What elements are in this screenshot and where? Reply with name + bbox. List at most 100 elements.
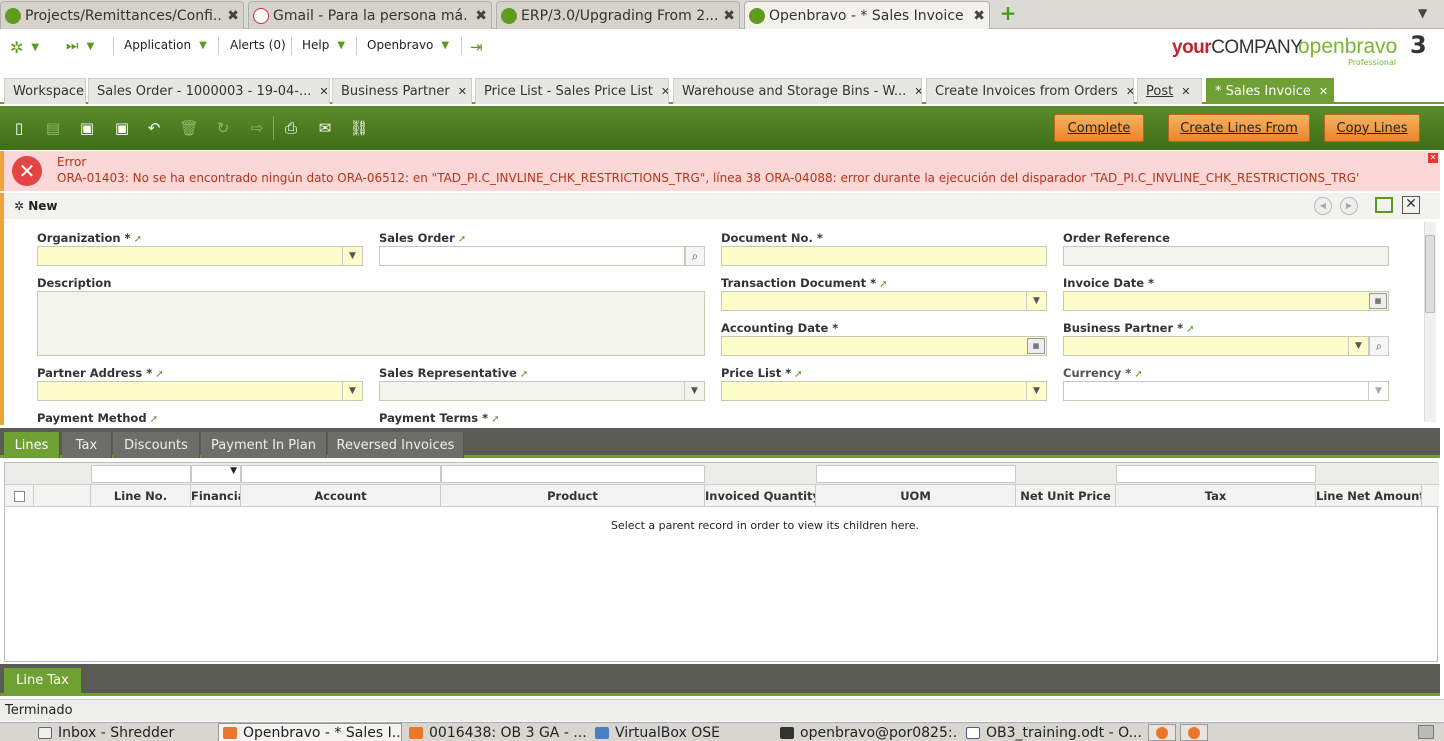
trash-icon[interactable] xyxy=(1418,725,1434,739)
close-icon[interactable]: ✕ xyxy=(319,85,328,98)
logout-icon[interactable]: ⇥ xyxy=(470,38,483,56)
close-icon[interactable]: ✖ xyxy=(227,8,239,24)
filter-tax[interactable] xyxy=(1116,465,1316,483)
chevron-down-icon[interactable]: ▼ xyxy=(1026,382,1046,400)
new-tab-plus-icon[interactable]: + xyxy=(998,3,1018,24)
filter-financial[interactable]: ▼ xyxy=(191,465,241,483)
quick-create-button[interactable]: ⏭ ▼ xyxy=(66,38,94,54)
tab-payment-in-plan[interactable]: Payment In Plan xyxy=(201,432,327,458)
search-icon[interactable]: ⌕ xyxy=(685,246,705,266)
taskbar-item-issue[interactable]: 0016438: OB 3 GA - ... xyxy=(405,723,587,741)
chevron-down-icon[interactable]: ▼ xyxy=(1348,337,1368,355)
close-icon[interactable]: ✕ xyxy=(1126,85,1133,98)
chevron-down-icon[interactable]: ▼ xyxy=(1368,382,1388,400)
taskbar-item-terminal[interactable]: openbravo@por0825:... xyxy=(776,723,958,741)
app-tab-business-partner[interactable]: Business Partner ✕ xyxy=(332,78,472,104)
calendar-icon[interactable]: ▦ xyxy=(1369,293,1387,309)
accounting-date-field[interactable]: ▦ xyxy=(721,336,1047,356)
invoice-date-field[interactable]: ▦ xyxy=(1063,291,1389,311)
taskbar-item-virtualbox[interactable]: VirtualBox OSE xyxy=(591,723,773,741)
filter-uom[interactable] xyxy=(816,465,1016,483)
application-menu[interactable]: Application ▼ xyxy=(124,38,207,52)
column-header-account[interactable]: Account xyxy=(241,485,441,507)
filter-account[interactable] xyxy=(241,465,441,483)
order-reference-field[interactable] xyxy=(1063,246,1389,266)
close-icon[interactable]: ✕ xyxy=(1181,85,1190,98)
close-icon[interactable]: ✕ xyxy=(1319,85,1328,98)
maximize-icon[interactable] xyxy=(1375,197,1393,213)
sales-order-field[interactable] xyxy=(379,246,685,266)
link-icon[interactable]: ⛓ xyxy=(348,117,370,139)
app-tab-post[interactable]: Post ✕ xyxy=(1137,78,1202,104)
email-icon[interactable]: ✉ xyxy=(314,117,336,139)
chevron-down-icon[interactable]: ▼ xyxy=(1026,292,1046,310)
close-form-icon[interactable]: ✕ xyxy=(1402,196,1420,214)
description-field[interactable] xyxy=(37,291,705,356)
user-menu[interactable]: Openbravo ▼ xyxy=(367,38,449,52)
print-icon[interactable]: ⎙ xyxy=(280,117,302,139)
save-close-icon[interactable]: ▣ xyxy=(111,117,133,139)
close-icon[interactable]: ✕ xyxy=(458,85,467,98)
search-icon[interactable]: ⌕ xyxy=(1369,336,1389,356)
form-scrollbar-thumb[interactable] xyxy=(1425,235,1435,313)
browser-tab-sales-invoice[interactable]: Openbravo - * Sales Invoice ✖ xyxy=(744,1,990,30)
chevron-down-icon[interactable]: ▼ xyxy=(342,382,362,400)
price-list-field[interactable]: ▼ xyxy=(721,381,1047,401)
browser-tab-erp[interactable]: ERP/3.0/Upgrading From 2.... ✖ xyxy=(496,1,740,29)
new-document-icon[interactable]: ▯ xyxy=(8,117,30,139)
app-tab-sales-order[interactable]: Sales Order - 1000003 - 19-04-... ✕ xyxy=(88,78,330,104)
transaction-document-field[interactable]: ▼ xyxy=(721,291,1047,311)
help-menu[interactable]: Help ▼ xyxy=(302,38,345,52)
column-header-tax[interactable]: Tax xyxy=(1116,485,1316,507)
close-icon[interactable]: ✕ xyxy=(1428,153,1438,163)
column-header-net-unit-price[interactable]: Net Unit Price xyxy=(1016,485,1116,507)
browser-tab-gmail[interactable]: Gmail - Para la persona má... ✖ xyxy=(248,1,492,29)
app-tab-price-list[interactable]: Price List - Sales Price List ✕ xyxy=(475,78,669,104)
tab-tax[interactable]: Tax xyxy=(62,432,112,458)
tab-lines[interactable]: Lines xyxy=(4,432,60,458)
filter-product[interactable] xyxy=(441,465,705,483)
close-icon[interactable]: ✖ xyxy=(973,8,985,24)
sales-representative-field[interactable]: ▼ xyxy=(379,381,705,401)
column-header-line-no[interactable]: Line No. xyxy=(91,485,191,507)
chevron-down-icon[interactable]: ▼ xyxy=(684,382,704,400)
taskbar-item-openbravo[interactable]: Openbravo - * Sales I... xyxy=(218,723,402,741)
tab-line-tax[interactable]: Line Tax xyxy=(4,668,81,694)
next-record-icon[interactable]: ▶ xyxy=(1340,197,1358,215)
app-tab-sales-invoice[interactable]: * Sales Invoice ✕ xyxy=(1206,78,1334,104)
alerts-link[interactable]: Alerts (0) xyxy=(230,38,286,52)
undo-icon[interactable]: ↶ xyxy=(143,117,165,139)
app-tab-workspace[interactable]: Workspace xyxy=(4,78,86,104)
browser-tab-projects[interactable]: Projects/Remittances/Confi... ✖ xyxy=(0,1,244,29)
taskbar-item-document[interactable]: OB3_training.odt - O... xyxy=(962,723,1142,741)
copy-lines-button[interactable]: Copy Lines xyxy=(1324,114,1420,142)
tab-discounts[interactable]: Discounts xyxy=(113,432,200,458)
close-icon[interactable]: ✖ xyxy=(723,8,735,24)
app-tab-create-invoices[interactable]: Create Invoices from Orders ✕ xyxy=(926,78,1134,104)
document-no-field[interactable] xyxy=(721,246,1047,266)
calendar-icon[interactable]: ▦ xyxy=(1027,338,1045,354)
app-tab-warehouse[interactable]: Warehouse and Storage Bins - W... ✕ xyxy=(673,78,922,104)
tab-list-chevron-icon[interactable]: ▼ xyxy=(1418,6,1427,20)
close-icon[interactable]: ✖ xyxy=(475,8,487,24)
column-header-line-net-amount[interactable]: Line Net Amount xyxy=(1316,485,1422,507)
previous-record-icon[interactable]: ◀ xyxy=(1314,197,1332,215)
column-header-product[interactable]: Product xyxy=(441,485,705,507)
filter-line-no[interactable] xyxy=(91,465,191,483)
currency-field[interactable]: ▼ xyxy=(1063,381,1389,401)
tab-reversed-invoices[interactable]: Reversed Invoices xyxy=(328,432,464,458)
close-icon[interactable]: ✕ xyxy=(661,85,668,98)
complete-button[interactable]: Complete xyxy=(1054,114,1144,142)
save-icon[interactable]: ▣ xyxy=(76,117,98,139)
business-partner-field[interactable]: ▼ xyxy=(1063,336,1369,356)
column-header-financial[interactable]: Financia xyxy=(191,485,241,507)
chevron-down-icon[interactable]: ▼ xyxy=(342,247,362,265)
column-header-invoiced-quantity[interactable]: Invoiced Quantity xyxy=(705,485,816,507)
close-icon[interactable]: ✕ xyxy=(914,85,921,98)
partner-address-field[interactable]: ▼ xyxy=(37,381,363,401)
taskbar-item-inbox[interactable]: Inbox - Shredder xyxy=(34,723,216,741)
column-header-uom[interactable]: UOM xyxy=(816,485,1016,507)
create-lines-from-button[interactable]: Create Lines From xyxy=(1168,114,1310,142)
organization-field[interactable]: ▼ xyxy=(37,246,363,266)
quick-launch-button[interactable]: ✲ ▼ xyxy=(10,38,39,57)
